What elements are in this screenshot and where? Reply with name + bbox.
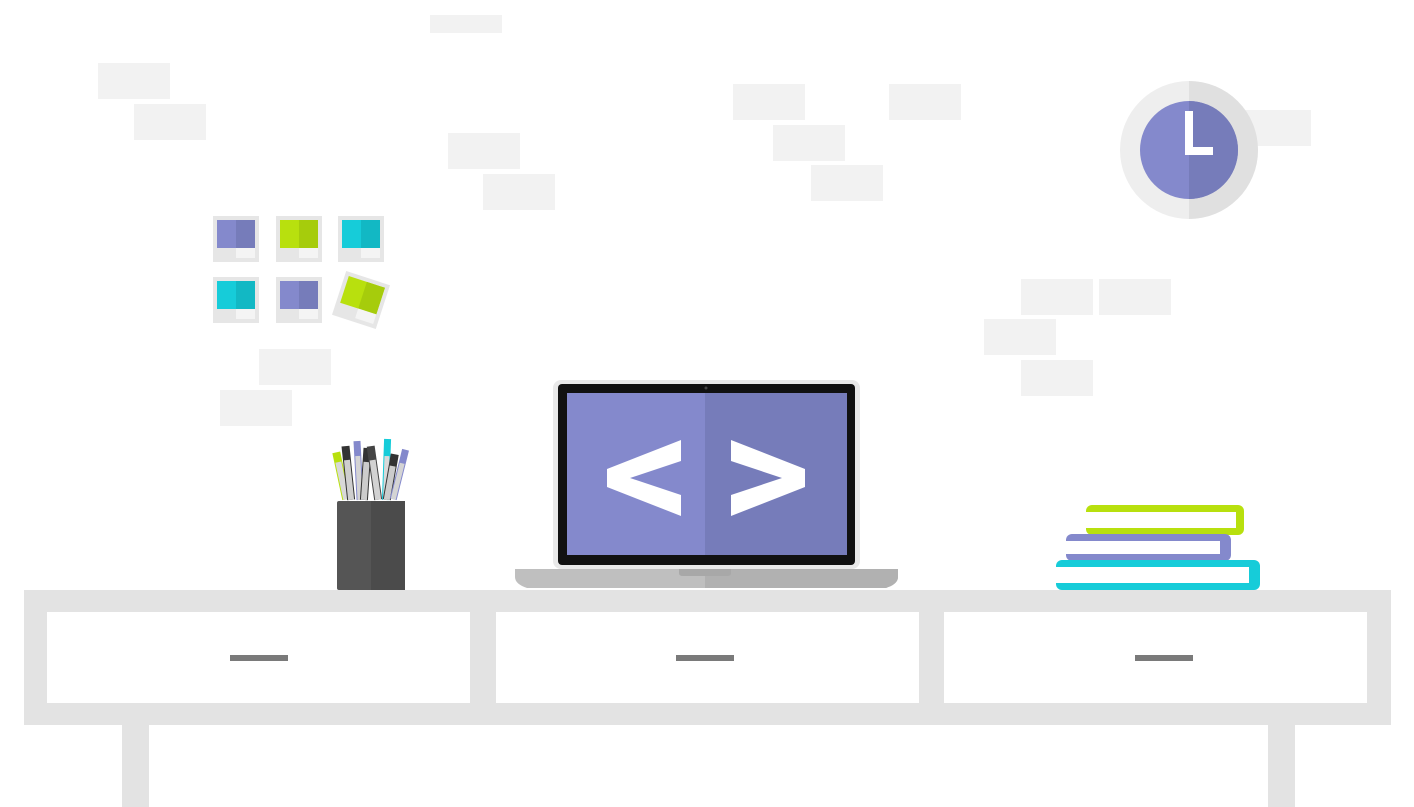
wall-brick (889, 84, 961, 120)
wall-brick (733, 84, 805, 120)
desk-leg-right (1268, 724, 1295, 807)
photo-5 (276, 277, 322, 323)
book-bottom (1056, 560, 1260, 590)
drawer-handle (230, 655, 288, 661)
desk-leg-left (122, 724, 149, 807)
pens (332, 438, 409, 501)
photo-2 (276, 216, 322, 262)
drawer-handle (1135, 655, 1193, 661)
wall-brick (984, 319, 1056, 355)
pen-cup-shade (371, 501, 405, 590)
wall-brick (220, 390, 292, 426)
laptop (515, 380, 898, 588)
laptop-base-shade (705, 569, 898, 588)
wall-brick (98, 63, 170, 99)
photo-1 (213, 216, 259, 262)
wall-brick (430, 15, 502, 33)
photo-wall (213, 216, 390, 329)
wall-brick (483, 174, 555, 210)
wall-brick (259, 349, 331, 385)
drawer-right[interactable] (944, 612, 1367, 703)
drawer-handle (676, 655, 734, 661)
book-stack (1056, 505, 1260, 590)
photo-4 (213, 277, 259, 323)
laptop-camera (704, 386, 708, 390)
book-middle (1066, 534, 1231, 561)
wall-brick (134, 104, 206, 140)
wall-clock (1120, 81, 1258, 219)
wall-brick (1021, 360, 1093, 396)
drawer-middle[interactable] (496, 612, 919, 703)
drawer-left[interactable] (47, 612, 470, 703)
wall-brick (773, 125, 845, 161)
photo-3 (338, 216, 384, 262)
wall-brick (1021, 279, 1093, 315)
book-top (1086, 505, 1244, 535)
laptop-trackpad-notch (679, 569, 731, 576)
wall-brick (448, 133, 520, 169)
wall-brick (1099, 279, 1171, 315)
wall-brick (811, 165, 883, 201)
desk-scene-illustration (24, 15, 1391, 807)
pen-cup (332, 438, 409, 590)
desk (24, 590, 1391, 807)
photo-6-tilted (332, 271, 390, 329)
